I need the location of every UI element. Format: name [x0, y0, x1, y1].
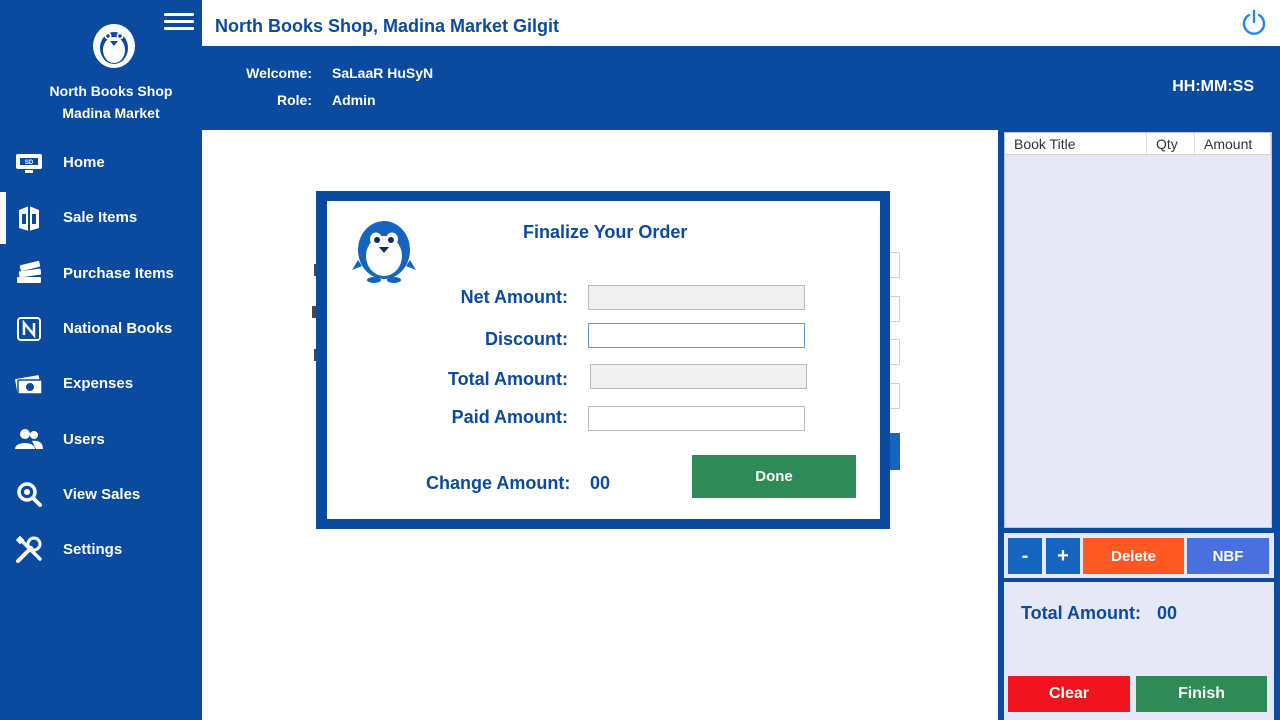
cart-table: Book Title Qty Amount	[1004, 132, 1272, 528]
sidebar-item-label: Sale Items	[63, 209, 138, 227]
column-book-title[interactable]: Book Title	[1005, 133, 1147, 154]
sidebar-item-label: Users	[63, 430, 105, 448]
done-button[interactable]: Done	[692, 455, 856, 498]
welcome-label: Welcome:	[246, 65, 312, 81]
change-amount-value: 00	[590, 473, 611, 493]
tools-icon	[14, 535, 44, 565]
sidebar-item-settings[interactable]: Settings	[0, 522, 202, 577]
users-icon	[14, 424, 44, 454]
net-amount-field[interactable]	[588, 285, 805, 310]
paid-amount-field[interactable]	[588, 406, 805, 431]
magnifier-icon	[14, 479, 44, 509]
sidebar-nav: SD Home Sale Items Purchase Items Nation…	[0, 135, 202, 577]
sidebar: North Books Shop Madina Market SD Home S…	[0, 0, 202, 720]
user-info-bar: Welcome: SaLaaR HuSyN Role: Admin HH:MM:…	[202, 46, 1280, 130]
sidebar-item-label: National Books	[63, 320, 173, 338]
total-amount-field[interactable]	[590, 364, 807, 389]
power-icon[interactable]	[1240, 8, 1268, 36]
total-amount-value: 00	[1157, 603, 1178, 623]
nbf-button[interactable]: NBF	[1187, 538, 1269, 574]
sidebar-item-label: Expenses	[63, 375, 134, 393]
change-amount-label: Change Amount:	[426, 473, 571, 493]
sidebar-item-expenses[interactable]: Expenses	[0, 356, 202, 411]
paid-amount-label: Paid Amount:	[451, 407, 568, 427]
home-icon: SD	[14, 148, 44, 178]
sale-items-icon	[14, 203, 44, 233]
discount-field[interactable]	[588, 323, 805, 348]
column-qty[interactable]: Qty	[1147, 133, 1195, 154]
clear-button[interactable]: Clear	[1008, 676, 1130, 712]
brand-line1: North Books Shop	[49, 83, 173, 99]
role-label: Role:	[277, 92, 312, 108]
sidebar-item-label: Settings	[63, 541, 123, 559]
finish-button[interactable]: Finish	[1136, 676, 1267, 712]
dialog-title: Finalize Your Order	[523, 222, 688, 242]
net-amount-label: Net Amount:	[460, 287, 568, 307]
cart-table-header: Book Title Qty Amount	[1005, 133, 1271, 155]
role-value: Admin	[332, 92, 376, 108]
sidebar-item-view-sales[interactable]: View Sales	[0, 467, 202, 522]
cart-actions: - + Delete NBF	[1004, 533, 1274, 578]
total-amount-label: Total Amount:	[448, 369, 568, 389]
clock: HH:MM:SS	[1172, 78, 1254, 95]
column-amount[interactable]: Amount	[1195, 133, 1271, 154]
svg-text:SD: SD	[25, 160, 34, 166]
app-title: North Books Shop, Madina Market Gilgit	[215, 16, 560, 36]
totals-panel: Total Amount: 00 Clear Finish	[1004, 582, 1274, 720]
penguin-logo-icon	[352, 221, 416, 283]
delete-button[interactable]: Delete	[1083, 538, 1184, 574]
penguin-logo-icon	[93, 24, 135, 68]
sidebar-item-home[interactable]: SD Home	[0, 135, 202, 190]
brand-name: North Books Shop Madina Market	[0, 80, 222, 124]
hamburger-menu-icon[interactable]	[164, 10, 194, 36]
books-stack-icon	[14, 258, 44, 288]
n-logo-icon	[14, 314, 44, 344]
sidebar-item-sale-items[interactable]: Sale Items	[0, 190, 202, 245]
top-bar: North Books Shop, Madina Market Gilgit	[202, 0, 1280, 46]
sidebar-item-label: View Sales	[63, 485, 141, 503]
total-amount-label: Total Amount:	[1021, 603, 1141, 623]
money-icon	[14, 369, 44, 399]
discount-label: Discount:	[485, 329, 568, 349]
sidebar-item-purchase-items[interactable]: Purchase Items	[0, 246, 202, 301]
sidebar-item-label: Purchase Items	[63, 264, 174, 282]
brand-line2: Madina Market	[62, 105, 160, 121]
decrease-qty-button[interactable]: -	[1008, 538, 1042, 574]
increase-qty-button[interactable]: +	[1046, 538, 1080, 574]
sidebar-item-users[interactable]: Users	[0, 411, 202, 466]
sidebar-item-national-books[interactable]: National Books	[0, 301, 202, 356]
welcome-value: SaLaaR HuSyN	[332, 65, 434, 81]
sidebar-item-label: Home	[63, 154, 105, 172]
